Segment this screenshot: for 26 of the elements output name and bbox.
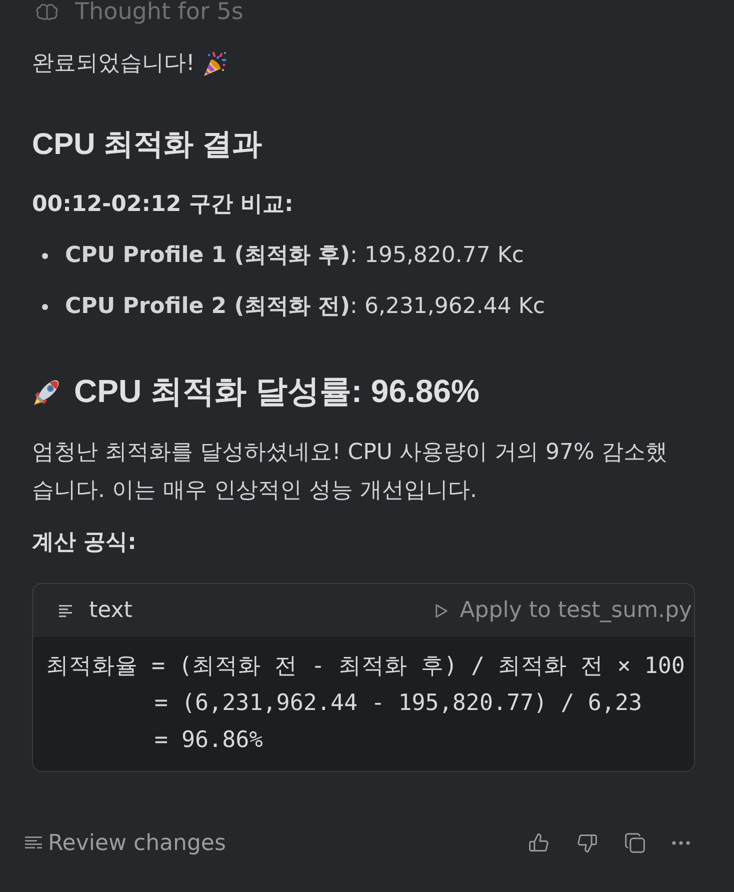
more-icon[interactable] xyxy=(672,841,690,845)
apply-button[interactable]: Apply to test_sum.py xyxy=(434,598,692,623)
language-label: text xyxy=(89,598,132,623)
thumbs-up-icon[interactable] xyxy=(528,832,550,854)
section-title: CPU 최적화 결과 xyxy=(32,127,262,163)
bullet-text: CPU Profile 2 (최적화 전): 6,231,962.44 Kc xyxy=(65,293,545,321)
thought-toggle[interactable]: Thought for 5s xyxy=(75,0,244,24)
copy-icon[interactable] xyxy=(624,832,646,854)
brain-icon xyxy=(35,3,59,21)
summary-paragraph: 엄청난 최적화를 달성하셨네요! CPU 사용량이 거의 97% 감소했습니다. 이는 매우 인상적인 성능 개선입니다. xyxy=(32,439,668,505)
comparison-label: 00:12-02:12 구간 비교: xyxy=(32,191,294,219)
review-changes-button[interactable]: Review changes xyxy=(25,830,226,856)
text-lines-icon xyxy=(59,604,73,618)
code-line: 최적화율 = (최적화 전 - 최적화 후) / 최적화 전 × 100 xyxy=(46,653,685,679)
thumbs-down-icon[interactable] xyxy=(576,832,598,854)
play-icon xyxy=(434,602,448,618)
list-icon xyxy=(25,836,42,850)
bullet-icon xyxy=(42,304,48,310)
party-popper-icon xyxy=(202,51,227,77)
bullet-text: CPU Profile 1 (최적화 후): 195,820.77 Kc xyxy=(65,242,524,270)
intro-text: 완료되었습니다! xyxy=(32,50,195,78)
bullet-icon xyxy=(42,253,48,259)
code-line: = (6,231,962.44 - 195,820.77) / 6,23 xyxy=(153,690,642,716)
formula-label: 계산 공식: xyxy=(32,529,136,557)
result-heading: CPU 최적화 달성률: 96.86% xyxy=(74,372,480,411)
code-line: = 96.86% xyxy=(153,727,263,753)
